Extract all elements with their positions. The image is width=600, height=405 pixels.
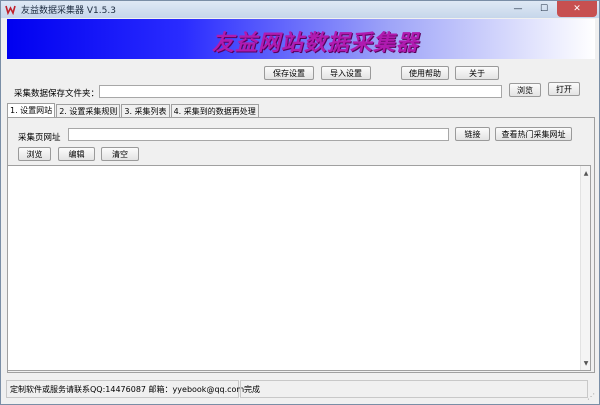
save-settings-button[interactable]: 保存设置 <box>264 66 314 80</box>
title-bar[interactable]: 友益数据采集器 V1.5.3 — ☐ ✕ <box>1 1 599 18</box>
tab-data-reprocess[interactable]: 4. 采集到的数据再处理 <box>170 104 259 117</box>
save-folder-input[interactable] <box>99 85 502 98</box>
banner: 友益网站数据采集器 <box>7 19 595 59</box>
status-contact: 定制软件或服务请联系QQ:14476087 邮箱：yyebook@qq.com <box>6 380 244 398</box>
clear-button[interactable]: 清空 <box>101 147 139 161</box>
scroll-down-icon[interactable]: ▼ <box>581 358 591 368</box>
tab-collect-rules[interactable]: 2. 设置采集规则 <box>56 104 121 117</box>
status-state: 完成 <box>240 380 588 398</box>
status-bar: 定制软件或服务请联系QQ:14476087 邮箱：yyebook@qq.com … <box>1 375 599 404</box>
vertical-scrollbar[interactable]: ▲ ▼ <box>580 166 590 370</box>
window-title: 友益数据采集器 V1.5.3 <box>21 6 116 16</box>
close-button[interactable]: ✕ <box>557 1 597 17</box>
maximize-button[interactable]: ☐ <box>531 1 557 17</box>
save-folder-label: 采集数据保存文件夹： <box>14 89 100 99</box>
content-textarea[interactable]: ▲ ▼ <box>7 165 591 371</box>
resize-grip-icon[interactable]: ⋰ <box>587 392 597 402</box>
url-label: 采集页网址 <box>18 133 61 143</box>
tab-collect-list[interactable]: 3. 采集列表 <box>121 104 170 117</box>
window-controls: — ☐ ✕ <box>505 1 597 17</box>
help-button[interactable]: 使用帮助 <box>401 66 449 80</box>
tab-set-site[interactable]: 1. 设置网站 <box>7 103 56 117</box>
link-button[interactable]: 链接 <box>455 127 490 141</box>
minimize-button[interactable]: — <box>505 1 531 17</box>
tab-bar: 1. 设置网站 2. 设置采集规则 3. 采集列表 4. 采集到的数据再处理 <box>7 103 260 117</box>
open-folder-button[interactable]: 打开 <box>548 82 580 96</box>
site-browse-button[interactable]: 浏览 <box>18 147 51 161</box>
app-icon <box>5 4 16 15</box>
app-window: 友益数据采集器 V1.5.3 — ☐ ✕ 友益网站数据采集器 保存设置 导入设置… <box>0 0 600 405</box>
about-button[interactable]: 关于 <box>455 66 499 80</box>
scroll-up-icon[interactable]: ▲ <box>581 168 591 178</box>
url-input[interactable] <box>68 128 449 141</box>
import-settings-button[interactable]: 导入设置 <box>321 66 371 80</box>
view-hot-urls-button[interactable]: 查看热门采集网址 <box>495 127 572 141</box>
banner-title: 友益网站数据采集器 <box>212 30 420 56</box>
save-folder-browse-button[interactable]: 浏览 <box>509 83 541 97</box>
edit-button[interactable]: 编辑 <box>58 147 95 161</box>
